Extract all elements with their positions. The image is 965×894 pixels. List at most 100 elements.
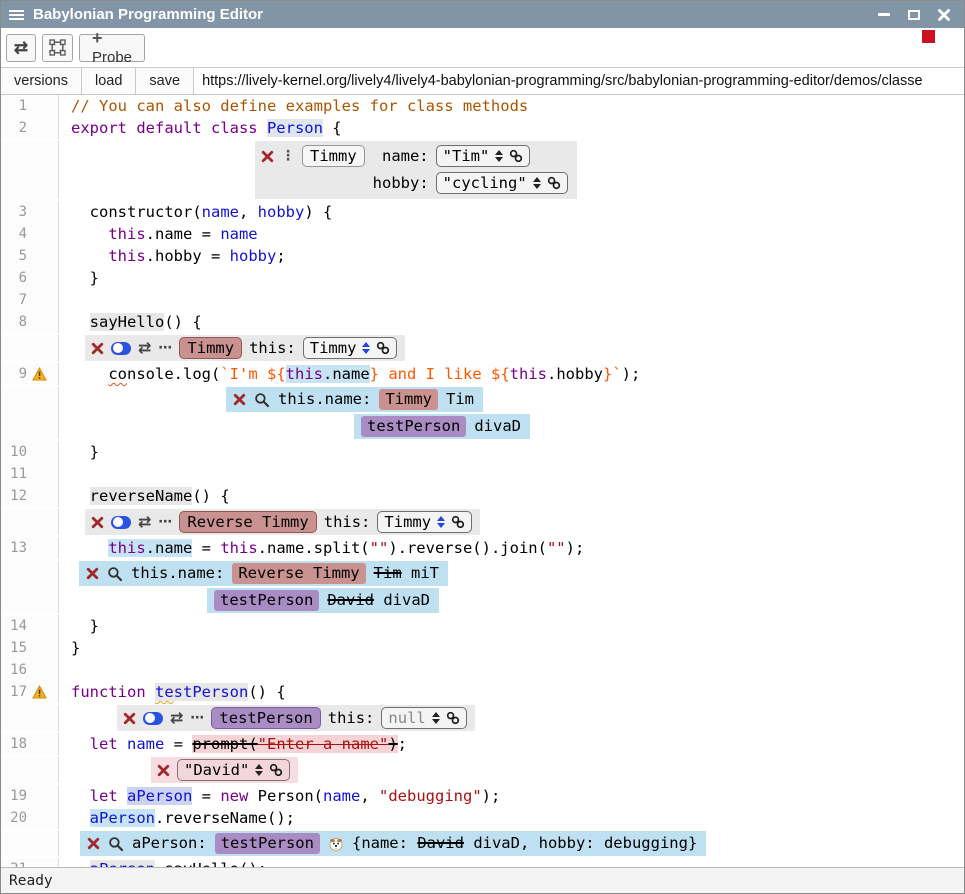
file-nav-row: versions load save https://lively-kernel… [1,67,964,95]
trace-arrows-icon[interactable]: ⇄ [138,514,151,530]
this-value[interactable]: Timmy [310,338,357,358]
probe-example-badge[interactable]: Reverse Timmy [232,563,365,584]
app-window: Babylonian Programming Editor ⇄ + [0,0,965,894]
more-options-icon[interactable]: ⋯ [190,711,204,725]
link-icon[interactable] [547,176,561,190]
code-editor[interactable]: 1// You can also define examples for cla… [1,95,964,867]
menu-icon[interactable] [1,10,31,20]
unsaved-indicator [922,30,935,43]
probe-widget-reversename: this.name: Reverse Timmy Tim miT testPer… [1,561,964,613]
line-number: 20 [1,807,27,829]
field-value[interactable]: "cycling" [443,173,527,193]
field-value-box[interactable]: "Tim" [436,145,531,167]
swap-arrows-icon: ⇄ [14,39,28,56]
replacement-value[interactable]: "David" [184,760,249,780]
line-number: 19 [1,785,27,807]
drag-handle-icon[interactable]: ⋮ [281,149,295,163]
warning-icon [32,367,47,381]
toggle-switch[interactable] [111,342,131,355]
probe-widget-sayhello: this.name: Timmy Tim testPerson divaD [1,387,964,439]
code-line: 11 [1,463,964,485]
line-number: 13 [1,537,27,559]
link-icon[interactable] [376,341,390,355]
code-line: 16 [1,659,964,681]
more-options-icon[interactable]: ⋯ [158,341,172,355]
example-widget-class: ⋮ Timmy name: "Tim" hobby: [1,141,964,199]
stepper-icon[interactable] [432,712,440,724]
example-name-badge[interactable]: testPerson [211,707,320,729]
field-value[interactable]: "Tim" [443,146,490,166]
code-line: 1// You can also define examples for cla… [1,95,964,117]
example-name-badge[interactable]: Timmy [179,337,242,359]
code-line: 5 this.hobby = hobby; [1,245,964,267]
this-value[interactable]: null [388,708,425,728]
line-number: 16 [1,659,27,681]
close-button[interactable] [936,8,952,22]
replacement-value-box[interactable]: "David" [177,759,290,781]
more-options-icon[interactable]: ⋯ [158,515,172,529]
delete-example-icon[interactable] [91,342,104,355]
magnifier-icon [107,566,123,582]
probe-value: {name: [352,834,417,852]
stepper-icon[interactable] [437,516,445,528]
example-widget-reversename: ⇄ ⋯ Reverse Timmy this: Timmy [1,509,964,535]
load-button[interactable]: load [82,68,136,94]
this-value-box[interactable]: null [381,707,466,729]
trace-arrows-icon[interactable]: ⇄ [138,340,151,356]
probe-example-badge[interactable]: testPerson [214,590,319,611]
field-value-box[interactable]: "cycling" [436,172,568,194]
code-line: 17 function testPerson() { [1,681,964,703]
swap-examples-button[interactable]: ⇄ [6,34,36,62]
line-number: 21 [1,858,27,867]
link-icon[interactable] [269,763,283,777]
delete-replacement-icon[interactable] [157,764,170,777]
add-probe-button[interactable]: + Probe [79,34,145,62]
save-button[interactable]: save [136,68,194,94]
minimize-button[interactable] [876,8,892,22]
delete-example-icon[interactable] [261,150,274,163]
line-number: 10 [1,441,27,463]
toggle-switch[interactable] [111,516,131,529]
probe-example-badge[interactable]: testPerson [215,833,320,854]
this-value-box[interactable]: Timmy [303,337,398,359]
this-value-box[interactable]: Timmy [377,511,472,533]
code-line: 15} [1,637,964,659]
probe-value: miT [411,564,439,582]
maximize-button[interactable] [906,8,922,22]
stepper-icon[interactable] [533,177,541,189]
versions-button[interactable]: versions [1,68,82,94]
this-value[interactable]: Timmy [384,512,431,532]
trace-arrows-icon[interactable]: ⇄ [170,710,183,726]
stepper-icon[interactable] [362,342,370,354]
this-label: this: [324,513,371,531]
plus-icon: + [92,29,103,47]
probe-widget-aperson: aPerson: testPerson [1,831,964,856]
link-icon[interactable] [446,711,460,725]
probe-label: aPerson: [132,833,207,854]
example-name-badge[interactable]: Reverse Timmy [179,511,316,533]
line-number: 11 [1,463,27,485]
delete-probe-icon[interactable] [233,393,246,406]
probe-example-badge[interactable]: testPerson [361,416,466,437]
stepper-icon[interactable] [255,764,263,776]
line-number: 18 [1,733,27,755]
url-field[interactable]: https://lively-kernel.org/lively4/lively… [194,68,964,94]
this-label: this: [249,339,296,357]
bounds-button[interactable] [42,34,73,62]
line-number: 6 [1,267,27,289]
delete-example-icon[interactable] [123,712,136,725]
code-line: 6 } [1,267,964,289]
delete-example-icon[interactable] [91,516,104,529]
window-title: Babylonian Programming Editor [33,6,263,23]
delete-probe-icon[interactable] [86,567,99,580]
link-icon[interactable] [451,515,465,529]
code-line: 10 } [1,441,964,463]
example-widget-testperson: ⇄ ⋯ testPerson this: null [1,705,964,731]
probe-example-badge[interactable]: Timmy [379,389,438,410]
stepper-icon[interactable] [495,150,503,162]
line-number: 8 [1,311,27,333]
example-name-badge[interactable]: Timmy [302,145,365,167]
toggle-switch[interactable] [143,712,163,725]
link-icon[interactable] [509,149,523,163]
delete-probe-icon[interactable] [87,837,100,850]
